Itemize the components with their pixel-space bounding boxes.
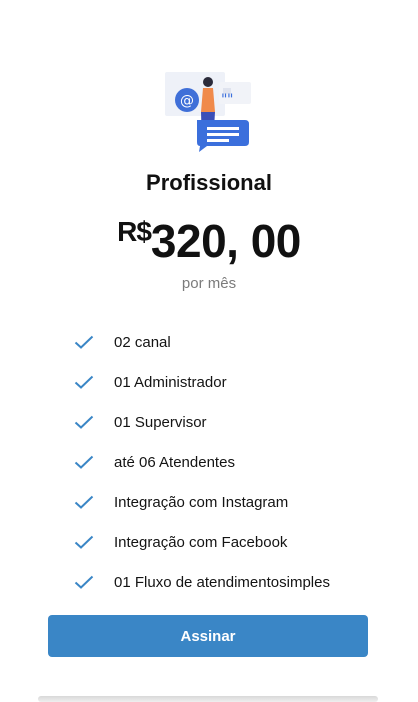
support-agent-chat-illustration: @ " " [165,72,251,152]
card-shadow [38,696,378,702]
feature-label: Integração com Facebook [114,533,288,551]
price-amount: 320, 00 [150,215,301,267]
feature-label: até 06 Atendentes [114,453,235,471]
check-icon [74,332,98,352]
check-icon [74,452,98,472]
feature-item: 01 Supervisor [74,402,330,442]
feature-label: 02 canal [114,333,171,351]
check-icon [74,492,98,512]
billing-period: por mês [181,275,237,292]
feature-label: Integração com Instagram [114,493,289,511]
feature-item: Integração com Instagram [74,482,330,522]
plan-title: Profissional [146,170,272,195]
feature-label: 01 Supervisor [114,413,207,431]
feature-item: Integração com Facebook [74,522,330,562]
plan-price: R$320, 00 [0,214,418,268]
feature-label: 01 Fluxo de atendimentosimples [114,573,330,591]
feature-item: 02 canal [74,322,330,362]
feature-label: 01 Administrador [114,373,227,391]
check-icon [74,372,98,392]
subscribe-button[interactable]: Assinar [48,615,368,657]
currency-symbol: R$ [117,216,152,247]
svg-text:@: @ [180,93,194,109]
check-icon [74,532,98,552]
feature-item: 01 Fluxo de atendimentosimples [74,562,330,602]
feature-item: até 06 Atendentes [74,442,330,482]
feature-list: 02 canal 01 Administrador 01 Supervisor … [74,322,330,602]
check-icon [74,412,98,432]
check-icon [74,572,98,592]
svg-text:": " [227,92,233,108]
feature-item: 01 Administrador [74,362,330,402]
